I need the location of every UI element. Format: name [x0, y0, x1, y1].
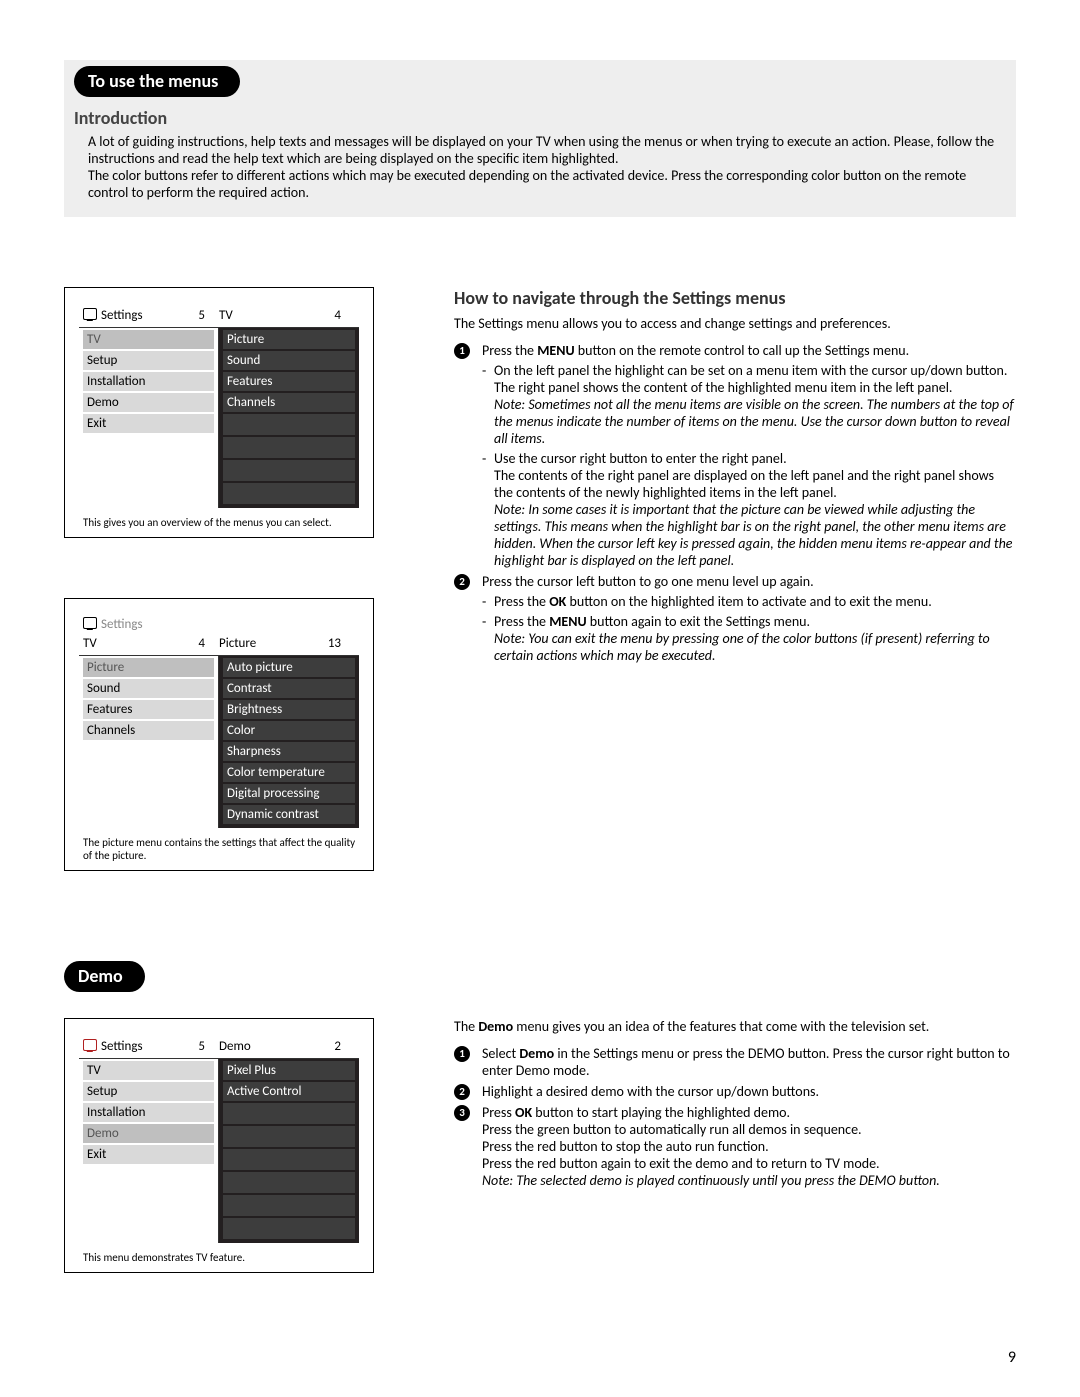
menu-item[interactable]: Exit: [83, 1145, 214, 1164]
note-text: Note: In some cases it is important that…: [494, 501, 1016, 569]
step-2-sub: Press the MENU button again to exit the …: [482, 613, 1016, 630]
menu-item[interactable]: TV: [83, 330, 214, 349]
submenu-empty: [223, 1172, 355, 1193]
step-1-sub: Use the cursor right button to enter the…: [482, 450, 1016, 569]
menu-col-count: 4: [198, 636, 205, 651]
menu-item[interactable]: Setup: [83, 1082, 214, 1101]
demo-lead: The Demo menu gives you an idea of the f…: [454, 1018, 1016, 1035]
tv-icon: [83, 1039, 97, 1051]
menu-caption: This menu demonstrates TV feature.: [79, 1251, 359, 1264]
menu-item[interactable]: Channels: [83, 721, 214, 740]
menu-col-title: Settings: [101, 1039, 143, 1054]
menu-col-count: 4: [334, 308, 341, 323]
menu-item[interactable]: Setup: [83, 351, 214, 370]
tv-icon: [83, 617, 97, 629]
submenu-item[interactable]: Color temperature: [223, 763, 355, 782]
step-1: Press the MENU button on the remote cont…: [454, 342, 1016, 569]
submenu-item[interactable]: Sharpness: [223, 742, 355, 761]
menu-col-title: TV: [219, 308, 233, 323]
menu-item[interactable]: Features: [83, 700, 214, 719]
submenu-empty: [223, 1218, 355, 1239]
submenu-empty: [223, 437, 355, 458]
menu-col-title: Settings: [101, 308, 143, 323]
submenu-item[interactable]: Features: [223, 372, 355, 391]
submenu-item[interactable]: Brightness: [223, 700, 355, 719]
submenu-empty: [223, 1103, 355, 1124]
demo-step-3: Press OK button to start playing the hig…: [454, 1104, 1016, 1189]
howto-lead: The Settings menu allows you to access a…: [454, 315, 1016, 332]
intro-panel: To use the menus Introduction A lot of g…: [64, 60, 1016, 217]
menu-col-title: TV: [83, 636, 97, 651]
submenu-empty: [223, 1126, 355, 1147]
submenu-item[interactable]: Contrast: [223, 679, 355, 698]
menu-item[interactable]: Exit: [83, 414, 214, 433]
submenu-item[interactable]: Picture: [223, 330, 355, 349]
submenu-empty: [223, 414, 355, 435]
submenu-item[interactable]: Auto picture: [223, 658, 355, 677]
menu-col-count: 5: [198, 308, 205, 323]
menu-col-count: 13: [328, 636, 341, 651]
section-pill-demo: Demo: [64, 961, 145, 992]
intro-heading: Introduction: [74, 107, 1006, 129]
menu-item[interactable]: Demo: [83, 393, 214, 412]
menu-col-count: 2: [334, 1039, 341, 1054]
demo-step-2: Highlight a desired demo with the cursor…: [454, 1083, 1016, 1100]
howto-heading: How to navigate through the Settings men…: [454, 287, 1016, 309]
intro-paragraph: The color buttons refer to different act…: [88, 167, 1006, 201]
intro-paragraph: A lot of guiding instructions, help text…: [88, 133, 1006, 167]
step-2: Press the cursor left button to go one m…: [454, 573, 1016, 664]
menu-settings-tv: Settings 5 TV 4 TV Setup Installation De…: [64, 287, 374, 538]
submenu-item[interactable]: Pixel Plus: [223, 1061, 355, 1080]
demo-step-1: Select Demo in the Settings menu or pres…: [454, 1045, 1016, 1079]
menu-picture: Settings TV 4 Picture 13 Picture Sound F…: [64, 598, 374, 871]
menu-demo: Settings 5 Demo 2 TV Setup Installation …: [64, 1018, 374, 1273]
submenu-item[interactable]: Digital processing: [223, 784, 355, 803]
section-pill-menus: To use the menus: [74, 66, 240, 97]
menu-item[interactable]: Picture: [83, 658, 214, 677]
menu-col-title: Demo: [219, 1039, 251, 1054]
submenu-item[interactable]: Active Control: [223, 1082, 355, 1101]
menu-item[interactable]: TV: [83, 1061, 214, 1080]
menu-col-title: Picture: [219, 636, 256, 651]
menu-caption: This gives you an overview of the menus …: [79, 516, 359, 529]
menu-item[interactable]: Demo: [83, 1124, 214, 1143]
note-text: Note: You can exit the menu by pressing …: [482, 630, 1016, 664]
note-text: Note: The selected demo is played contin…: [482, 1172, 1016, 1189]
menu-breadcrumb: Settings: [101, 617, 143, 632]
menu-item[interactable]: Installation: [83, 1103, 214, 1122]
submenu-item[interactable]: Color: [223, 721, 355, 740]
menu-col-count: 5: [198, 1039, 205, 1054]
step-2-sub: Press the OK button on the highlighted i…: [482, 593, 1016, 610]
submenu-empty: [223, 1195, 355, 1216]
menu-item[interactable]: Installation: [83, 372, 214, 391]
submenu-item[interactable]: Dynamic contrast: [223, 805, 355, 824]
tv-icon: [83, 308, 97, 320]
submenu-empty: [223, 483, 355, 504]
submenu-item[interactable]: Channels: [223, 393, 355, 412]
page-number: 9: [1008, 1348, 1016, 1367]
menu-item[interactable]: Sound: [83, 679, 214, 698]
submenu-empty: [223, 1149, 355, 1170]
step-1-sub: On the left panel the highlight can be s…: [482, 362, 1016, 447]
submenu-item[interactable]: Sound: [223, 351, 355, 370]
menu-caption: The picture menu contains the settings t…: [79, 836, 359, 862]
submenu-empty: [223, 460, 355, 481]
note-text: Note: Sometimes not all the menu items a…: [494, 396, 1016, 447]
